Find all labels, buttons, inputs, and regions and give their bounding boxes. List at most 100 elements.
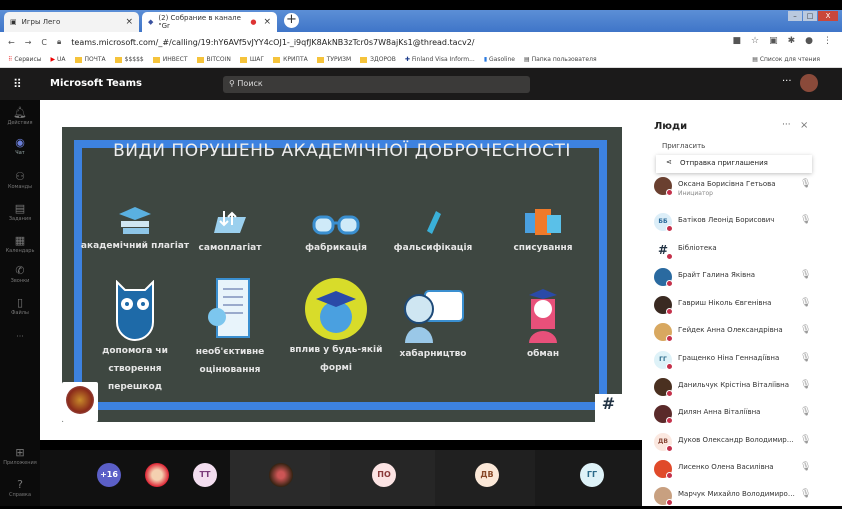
- page-icon: ▣: [10, 18, 17, 26]
- mic-off-icon: 🎙︎: [800, 489, 812, 499]
- participant-row[interactable]: Гейдек Анна Олександрівна 🎙︎: [654, 323, 834, 345]
- profile-icon[interactable]: ●: [805, 36, 813, 46]
- participant-strip: +16 ТТ ПО ДВ ГГ: [40, 440, 642, 506]
- mic-off-icon: 🎙︎: [800, 270, 812, 280]
- bookmark-folder[interactable]: ЗДОРОВ: [360, 56, 396, 63]
- mic-off-icon: 🎙︎: [800, 179, 812, 189]
- phone-icon: ✆: [15, 264, 25, 277]
- mic-off-icon: 🎙︎: [800, 380, 812, 390]
- assignments-icon: ▤: [14, 202, 26, 215]
- camera-icon[interactable]: ■: [732, 36, 741, 46]
- participant-row[interactable]: # Бібліотека: [654, 241, 834, 263]
- participant-row[interactable]: ДВ Дуков Олександр Володимирович 🎙︎: [654, 433, 834, 455]
- presentation-slide: ВИДИ ПОРУШЕНЬ АКАДЕМІЧНОЇ ДОБРОЧЕСНОСТІ …: [62, 127, 622, 422]
- close-tab-icon[interactable]: ×: [125, 17, 133, 27]
- chat-icon: ◉: [15, 136, 25, 149]
- bookmark[interactable]: ▮ Gasoline: [484, 56, 515, 63]
- file-icon: ▯: [16, 296, 24, 309]
- rail-assignments[interactable]: ▤ Задания: [0, 202, 40, 222]
- participant-avatar[interactable]: [145, 463, 169, 487]
- screen-top: [0, 0, 842, 10]
- people-panel: Люди ··· × Пригласить ⋖ Отправка приглаше…: [642, 100, 842, 506]
- participant-row[interactable]: ББ Батіков Леонід Борисович 🎙︎: [654, 213, 834, 235]
- user-avatar[interactable]: [800, 74, 818, 92]
- teams-icon: ◆: [148, 18, 154, 26]
- bookmark-folder[interactable]: ШАГ: [239, 56, 264, 63]
- rail-more[interactable]: ···: [0, 332, 40, 341]
- rail-apps[interactable]: ⊞ Приложения: [0, 446, 40, 466]
- rail-teams[interactable]: ⚇ Команды: [0, 170, 40, 190]
- bookmark[interactable]: ▤ Папка пользователя: [524, 56, 597, 63]
- bookmark-folder[interactable]: ТУРИЗМ: [316, 56, 351, 63]
- window-controls: – □ X: [788, 11, 838, 21]
- bookmarks-bar: ⠿ Сервисы ▶ UA ПОЧТА $$$$$ ИНВЕСТ BITCOI…: [0, 52, 842, 68]
- bookmark[interactable]: ▶ UA: [50, 56, 65, 63]
- participant-avatar[interactable]: ГГ: [580, 463, 604, 487]
- participant-row[interactable]: ГГ Гращенко Ніна Геннадіївна 🎙︎: [654, 351, 834, 373]
- overflow-participants-button[interactable]: +16: [97, 463, 121, 487]
- browser-tab-active[interactable]: ◆ (2) Собрание в канале "Gr ● ×: [142, 12, 277, 32]
- participant-avatar[interactable]: ТТ: [193, 463, 217, 487]
- url-input[interactable]: teams.microsoft.com/_#/calling/19:hY6AVf…: [71, 38, 474, 47]
- new-tab-button[interactable]: +: [284, 13, 299, 28]
- rail-chat[interactable]: ◉ Чат: [0, 136, 40, 156]
- close-window-button[interactable]: X: [818, 11, 838, 21]
- bookmark-folder[interactable]: ПОЧТА: [74, 56, 106, 63]
- participant-row[interactable]: Гавриш Ніколь Євгенівна 🎙︎: [654, 296, 834, 318]
- certificate-icon: [208, 278, 250, 338]
- participant-row[interactable]: Лисенко Олена Василівна 🎙︎: [654, 460, 834, 482]
- reload-icon[interactable]: C: [41, 38, 47, 47]
- books-icon: [119, 207, 151, 234]
- rail-calls[interactable]: ✆ Звонки: [0, 264, 40, 284]
- rail-files[interactable]: ▯ Файлы: [0, 296, 40, 316]
- slide-item: списування: [488, 207, 598, 257]
- shared-screen: ВИДИ ПОРУШЕНЬ АКАДЕМІЧНОЇ ДОБРОЧЕСНОСТІ …: [40, 100, 642, 440]
- mic-off-icon: 🎙︎: [800, 435, 812, 445]
- rail-help[interactable]: ? Справка: [0, 478, 40, 498]
- participant-avatar[interactable]: ДВ: [475, 463, 499, 487]
- more-options-button[interactable]: ···: [782, 76, 792, 87]
- minimize-button[interactable]: –: [788, 11, 802, 21]
- app-launcher-icon[interactable]: ⠿: [13, 77, 22, 91]
- puzzle-icon[interactable]: ✱: [788, 36, 796, 46]
- participant-row[interactable]: Данильчук Крістіна Віталіївна 🎙︎: [654, 378, 834, 400]
- slide-item: академічний плагіат: [80, 205, 190, 255]
- participant-avatar[interactable]: [269, 463, 293, 487]
- lock-icon: 🔒︎: [57, 37, 62, 46]
- browser-tab[interactable]: ▣ Игры Лего ×: [4, 12, 139, 32]
- rail-activity[interactable]: 🔔︎ Действия: [0, 106, 40, 126]
- close-tab-icon[interactable]: ×: [263, 17, 271, 27]
- finland-flag-icon: ✚: [404, 56, 412, 63]
- graduation-globe-icon: [305, 278, 367, 340]
- maximize-button[interactable]: □: [803, 11, 817, 21]
- address-bar: ← → C 🔒︎ teams.microsoft.com/_#/calling/…: [0, 32, 842, 52]
- upload-book-icon: [214, 211, 246, 233]
- panel-close-button[interactable]: ×: [800, 120, 808, 131]
- participant-row[interactable]: Оксана Борисівна Гетьова Инициатор 🎙︎: [654, 177, 834, 199]
- slide-item: необ'єктивне оцінювання: [175, 277, 285, 379]
- menu-icon[interactable]: ⋮: [823, 36, 832, 46]
- bookmark-folder[interactable]: КРИПТА: [273, 56, 308, 63]
- mic-off-icon: 🎙︎: [800, 215, 812, 225]
- bookmark-folder[interactable]: ИНВЕСТ: [152, 56, 188, 63]
- search-input[interactable]: ⚲ Поиск: [223, 76, 530, 93]
- share-invite-button[interactable]: ⋖ Отправка приглашения: [656, 155, 812, 173]
- reading-list-icon: ▤: [752, 56, 760, 63]
- participant-row[interactable]: Брайт Галина Яківна 🎙︎: [654, 268, 834, 290]
- bookmark-folder[interactable]: $$$$$: [114, 56, 144, 63]
- participant-avatar[interactable]: ПО: [372, 463, 396, 487]
- star-icon[interactable]: ☆: [751, 36, 759, 46]
- mic-off-icon: 🎙︎: [800, 325, 812, 335]
- back-icon[interactable]: ←: [8, 38, 15, 47]
- bookmark-folder[interactable]: BITCOIN: [196, 56, 231, 63]
- mic-off-icon: 🎙︎: [800, 353, 812, 363]
- extension-icon[interactable]: ▣: [769, 36, 778, 46]
- reading-list[interactable]: ▤ Список для чтения: [752, 56, 820, 63]
- rail-calendar[interactable]: ▦ Календарь: [0, 234, 40, 254]
- panel-more-button[interactable]: ···: [782, 120, 791, 130]
- participant-row[interactable]: Дилян Анна Віталіївна 🎙︎: [654, 405, 834, 427]
- bookmark[interactable]: ✚ Finland Visa Inform...: [405, 56, 475, 63]
- slide-item: допомога чи створення перешкод: [80, 280, 190, 396]
- forward-icon[interactable]: →: [25, 38, 32, 47]
- bookmark[interactable]: ⠿ Сервисы: [8, 56, 41, 63]
